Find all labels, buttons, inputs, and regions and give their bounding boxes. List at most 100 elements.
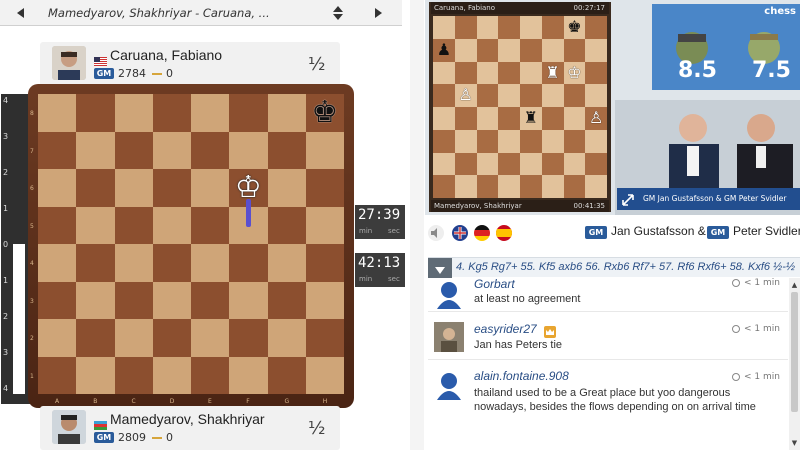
board-square[interactable] [76, 244, 115, 282]
board-square[interactable] [229, 281, 268, 319]
scroll-down-icon[interactable]: ▼ [790, 438, 799, 448]
board-square[interactable] [114, 356, 153, 394]
board-square[interactable] [267, 94, 306, 132]
board-square[interactable] [38, 94, 77, 132]
board-square[interactable] [229, 94, 268, 132]
file-label: H [322, 398, 328, 405]
de-flag-icon[interactable] [473, 224, 491, 246]
board-square[interactable] [38, 281, 77, 319]
board-square[interactable] [76, 356, 115, 394]
board-square[interactable] [191, 356, 230, 394]
board-square[interactable] [267, 131, 306, 169]
board-square[interactable] [229, 244, 268, 282]
scroll-up-icon[interactable]: ▲ [790, 280, 799, 290]
board-square[interactable] [191, 206, 230, 244]
board-square[interactable] [191, 319, 230, 357]
board-square[interactable] [191, 169, 230, 207]
board-square[interactable] [76, 131, 115, 169]
clock-sec-label: sec [388, 227, 400, 235]
board-square[interactable] [152, 94, 191, 132]
board-square[interactable] [267, 319, 306, 357]
board-square[interactable] [267, 169, 306, 207]
board-square[interactable] [305, 131, 344, 169]
board-square[interactable] [267, 206, 306, 244]
board-square[interactable] [267, 281, 306, 319]
es-flag-icon[interactable] [495, 224, 513, 246]
clock-icon [732, 278, 741, 287]
board-square[interactable] [267, 356, 306, 394]
board-square[interactable] [38, 319, 77, 357]
clock-min-label: min [359, 275, 373, 283]
board-square[interactable] [229, 131, 268, 169]
board-square[interactable] [152, 356, 191, 394]
board-square[interactable] [305, 281, 344, 319]
board-square[interactable] [191, 94, 230, 132]
board-square[interactable] [76, 169, 115, 207]
eval-label: 3 [3, 348, 9, 357]
board-square[interactable] [114, 244, 153, 282]
player-score: 0 [166, 431, 173, 444]
board-square[interactable] [152, 319, 191, 357]
player-photo [52, 46, 86, 80]
board-square[interactable] [152, 206, 191, 244]
board-square[interactable] [76, 94, 115, 132]
board-square[interactable] [191, 244, 230, 282]
board-square[interactable] [76, 281, 115, 319]
audio-mute-icon[interactable] [427, 224, 445, 246]
bottom-player-card[interactable]: Mamedyarov, Shakhriyar GM 2809 0 ½ [40, 406, 340, 450]
chat-text: at least no agreement [474, 293, 581, 305]
board-square[interactable] [191, 281, 230, 319]
previous-game-button[interactable] [0, 0, 42, 26]
file-label: F [246, 398, 250, 405]
board-square[interactable] [152, 281, 191, 319]
board-square[interactable] [114, 319, 153, 357]
board-square[interactable] [38, 131, 77, 169]
board-square[interactable] [38, 169, 77, 207]
move-list[interactable]: 4. Kg5 Rg7+ 55. Kf5 axb6 56. Rxb6 Rf7+ 5… [456, 261, 795, 273]
chat-username[interactable]: alain.fontaine.908 [474, 369, 569, 383]
player-name[interactable]: Mamedyarov, Shakhriyar [110, 411, 265, 427]
black-king-piece[interactable]: ♚ [306, 94, 344, 132]
board-square[interactable] [305, 169, 344, 207]
board-square[interactable] [114, 206, 153, 244]
board-square[interactable] [267, 244, 306, 282]
chess-board[interactable]: 8 7 6 5 4 3 2 1 A B C D E F G H ♚ ♔ [30, 94, 344, 405]
board-square[interactable] [152, 244, 191, 282]
board-square[interactable] [114, 94, 153, 132]
board-square[interactable] [229, 356, 268, 394]
game-title[interactable]: Mamedyarov, Shakhriyar - Caruana, ... [48, 0, 318, 26]
next-game-button[interactable] [358, 0, 400, 26]
top-player-card[interactable]: Caruana, Fabiano GM 2784 0 ½ [40, 42, 340, 86]
board-square[interactable] [305, 206, 344, 244]
board-square[interactable] [305, 319, 344, 357]
fullscreen-icon[interactable] [621, 192, 635, 206]
collapse-moves-button[interactable] [428, 258, 452, 278]
board-square[interactable] [38, 356, 77, 394]
player-name[interactable]: Caruana, Fabiano [110, 47, 222, 63]
video-board-square [476, 38, 499, 62]
board-square[interactable] [114, 281, 153, 319]
uk-flag-icon[interactable] [451, 224, 469, 246]
game-result: ½ [308, 418, 326, 439]
board-square[interactable] [305, 356, 344, 394]
chat-username[interactable]: easyrider27 [474, 322, 537, 336]
board-square[interactable] [114, 169, 153, 207]
board-square[interactable] [38, 244, 77, 282]
video-board-square [541, 129, 564, 153]
photo-avatar-icon [434, 322, 464, 352]
board-square[interactable] [229, 319, 268, 357]
board-square[interactable] [114, 131, 153, 169]
board-square[interactable] [152, 169, 191, 207]
chat-username[interactable]: Gorbart [474, 278, 515, 291]
board-square[interactable] [191, 131, 230, 169]
board-square[interactable] [76, 319, 115, 357]
board-square[interactable] [152, 131, 191, 169]
game-select-dropdown[interactable] [318, 0, 358, 26]
video-board-square [563, 175, 586, 198]
board-square[interactable] [76, 206, 115, 244]
board-square[interactable] [305, 244, 344, 282]
board-square[interactable] [38, 206, 77, 244]
scroll-thumb[interactable] [791, 292, 798, 412]
top-player-clock: 27:39 min sec [355, 205, 405, 239]
chat-scrollbar[interactable]: ▲ ▼ [789, 278, 800, 450]
